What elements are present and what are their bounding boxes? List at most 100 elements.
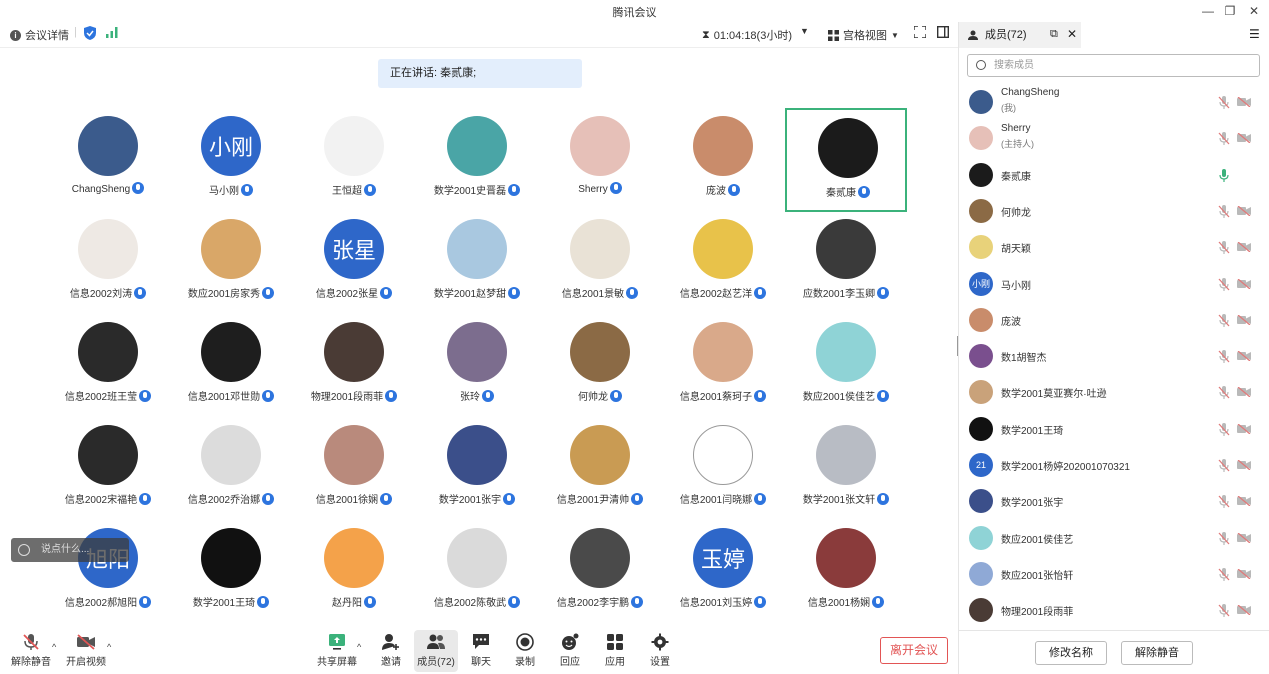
timer-dropdown-icon[interactable]: ▼ xyxy=(800,26,809,36)
fullscreen-icon[interactable] xyxy=(914,26,926,38)
participant-tile[interactable]: 信息2002李宇鹏 xyxy=(539,520,661,624)
camera-off-icon[interactable] xyxy=(1237,605,1251,616)
list-item[interactable]: 何帅龙 xyxy=(959,193,1269,229)
list-item[interactable]: 数学2001莫亚赛尔·吐逊 xyxy=(959,374,1269,410)
camera-off-icon[interactable] xyxy=(1237,314,1251,325)
sidebar-toggle-icon[interactable] xyxy=(937,26,949,38)
participant-tile[interactable]: 小刚 马小刚 xyxy=(170,108,292,212)
participant-tile[interactable]: 何帅龙 xyxy=(539,314,661,418)
audio-options-chevron-icon[interactable]: ^ xyxy=(52,642,56,652)
participant-tile[interactable]: 信息2001徐娴 xyxy=(293,417,415,521)
list-item[interactable]: 21 数学2001杨婷202001070321 xyxy=(959,447,1269,483)
camera-off-icon[interactable] xyxy=(1237,532,1251,543)
camera-off-icon[interactable] xyxy=(1237,242,1251,253)
mic-muted-icon[interactable] xyxy=(1218,132,1230,146)
list-item[interactable]: 数学2001张宇 xyxy=(959,483,1269,519)
unmute-button[interactable]: 解除静音 xyxy=(9,630,53,672)
close-panel-icon[interactable]: ✕ xyxy=(1067,27,1077,41)
meeting-info-button[interactable]: i 会议详情 xyxy=(10,27,69,43)
camera-off-icon[interactable] xyxy=(1237,460,1251,470)
mic-muted-icon[interactable] xyxy=(1218,277,1230,291)
reaction-button[interactable]: 回应 xyxy=(548,630,592,672)
view-mode-button[interactable]: 宫格视图 ▼ xyxy=(828,27,899,43)
settings-button[interactable]: 设置 xyxy=(638,630,682,672)
mic-muted-icon[interactable] xyxy=(1218,459,1230,472)
mic-muted-icon[interactable] xyxy=(1218,204,1230,218)
camera-off-icon[interactable] xyxy=(1237,496,1251,507)
chat-input[interactable]: 说点什么... xyxy=(11,538,129,562)
list-item[interactable]: 数应2001侯佳艺 xyxy=(959,520,1269,556)
share-screen-button[interactable]: 共享屏幕 xyxy=(315,630,359,672)
participant-tile[interactable]: 信息2002赵艺洋 xyxy=(662,211,784,315)
list-item[interactable]: 胡天颖 xyxy=(959,229,1269,265)
participant-tile[interactable]: 信息2002刘涛 xyxy=(47,211,169,315)
camera-off-icon[interactable] xyxy=(1237,205,1251,216)
list-item[interactable]: 物理2001段雨菲 xyxy=(959,592,1269,628)
start-video-button[interactable]: 开启视频 xyxy=(64,630,108,672)
video-options-chevron-icon[interactable]: ^ xyxy=(107,642,111,652)
participant-tile[interactable]: 秦贰康 xyxy=(785,108,907,212)
list-item[interactable]: 小刚 马小刚 xyxy=(959,266,1269,302)
members-button[interactable]: 成员(72) xyxy=(414,630,458,672)
menu-icon[interactable]: ☰ xyxy=(1249,27,1260,41)
camera-off-icon[interactable] xyxy=(1237,97,1251,107)
minimize-icon[interactable]: — xyxy=(1196,2,1220,20)
list-item[interactable]: 数1胡智杰 xyxy=(959,338,1269,374)
participant-tile[interactable]: 数学2001张宇 xyxy=(416,417,538,521)
participant-tile[interactable]: 数学2001赵梦甜 xyxy=(416,211,538,315)
close-window-icon[interactable]: ✕ xyxy=(1242,2,1266,20)
participant-tile[interactable]: 信息2001景敏 xyxy=(539,211,661,315)
participant-tile[interactable]: 物理2001段雨菲 xyxy=(293,314,415,418)
participant-tile[interactable]: ChangSheng xyxy=(47,108,169,212)
participant-tile[interactable]: 信息2001闫晓娜 xyxy=(662,417,784,521)
apps-button[interactable]: 应用 xyxy=(593,630,637,672)
emoji-icon[interactable] xyxy=(18,544,30,556)
share-options-chevron-icon[interactable]: ^ xyxy=(357,642,361,652)
participant-tile[interactable]: 信息2002班王莹 xyxy=(47,314,169,418)
shield-icon[interactable] xyxy=(84,26,96,40)
mic-muted-icon[interactable] xyxy=(1218,495,1230,509)
signal-icon[interactable] xyxy=(106,27,118,38)
leave-meeting-button[interactable]: 离开会议 xyxy=(880,637,948,664)
mic-muted-icon[interactable] xyxy=(1218,313,1230,327)
camera-off-icon[interactable] xyxy=(1237,351,1251,362)
list-item[interactable]: 数学2001王琦 xyxy=(959,411,1269,447)
mic-muted-icon[interactable] xyxy=(1218,531,1230,545)
invite-button[interactable]: 邀请 xyxy=(369,630,413,672)
camera-off-icon[interactable] xyxy=(1237,133,1251,144)
record-button[interactable]: 录制 xyxy=(503,630,547,672)
list-item[interactable]: 秦贰康 xyxy=(959,157,1269,193)
participant-tile[interactable]: 数应2001房家秀 xyxy=(170,211,292,315)
list-item[interactable]: 数应2001张怡轩 xyxy=(959,556,1269,592)
restore-icon[interactable]: ❐ xyxy=(1218,2,1242,20)
participant-tile[interactable]: 应数2001李玉卿 xyxy=(785,211,907,315)
mic-muted-icon[interactable] xyxy=(1218,96,1230,109)
mic-muted-icon[interactable] xyxy=(1218,386,1230,400)
mic-on-icon[interactable] xyxy=(1218,168,1230,182)
camera-off-icon[interactable] xyxy=(1237,423,1251,434)
mic-muted-icon[interactable] xyxy=(1218,604,1230,618)
list-item[interactable]: ChangSheng (我) xyxy=(959,84,1269,120)
chat-button[interactable]: 聊天 xyxy=(459,630,503,672)
participant-tile[interactable]: 旭阳信息2002郝旭阳 xyxy=(47,520,169,624)
participant-tile[interactable]: 信息2001尹清帅 xyxy=(539,417,661,521)
participant-tile[interactable]: 数学2001张文轩 xyxy=(785,417,907,521)
camera-off-icon[interactable] xyxy=(1237,568,1251,579)
participant-tile[interactable]: 信息2002宋福艳 xyxy=(47,417,169,521)
participant-tile[interactable]: 数学2001王琦 xyxy=(170,520,292,624)
search-members-input[interactable]: 搜索成员 xyxy=(967,54,1260,77)
camera-off-icon[interactable] xyxy=(1237,278,1251,289)
participant-tile[interactable]: 赵丹阳 xyxy=(293,520,415,624)
participant-tile[interactable]: 信息2001杨娴 xyxy=(785,520,907,624)
participant-tile[interactable]: 王恒超 xyxy=(293,108,415,212)
list-item[interactable]: Sherry (主持人) xyxy=(959,120,1269,156)
pop-out-icon[interactable]: ⧉ xyxy=(1050,28,1058,41)
participant-tile[interactable]: 信息2002陈敬武 xyxy=(416,520,538,624)
participant-tile[interactable]: 数学2001史晋磊 xyxy=(416,108,538,212)
mic-muted-icon[interactable] xyxy=(1218,350,1230,364)
tab-members[interactable]: 成员(72) xyxy=(959,22,1081,48)
unmute-all-button[interactable]: 解除静音 xyxy=(1121,641,1193,665)
participant-tile[interactable]: 张玲 xyxy=(416,314,538,418)
participant-tile[interactable]: 玉婷 信息2001刘玉婷 xyxy=(662,520,784,624)
camera-off-icon[interactable] xyxy=(1237,387,1251,398)
